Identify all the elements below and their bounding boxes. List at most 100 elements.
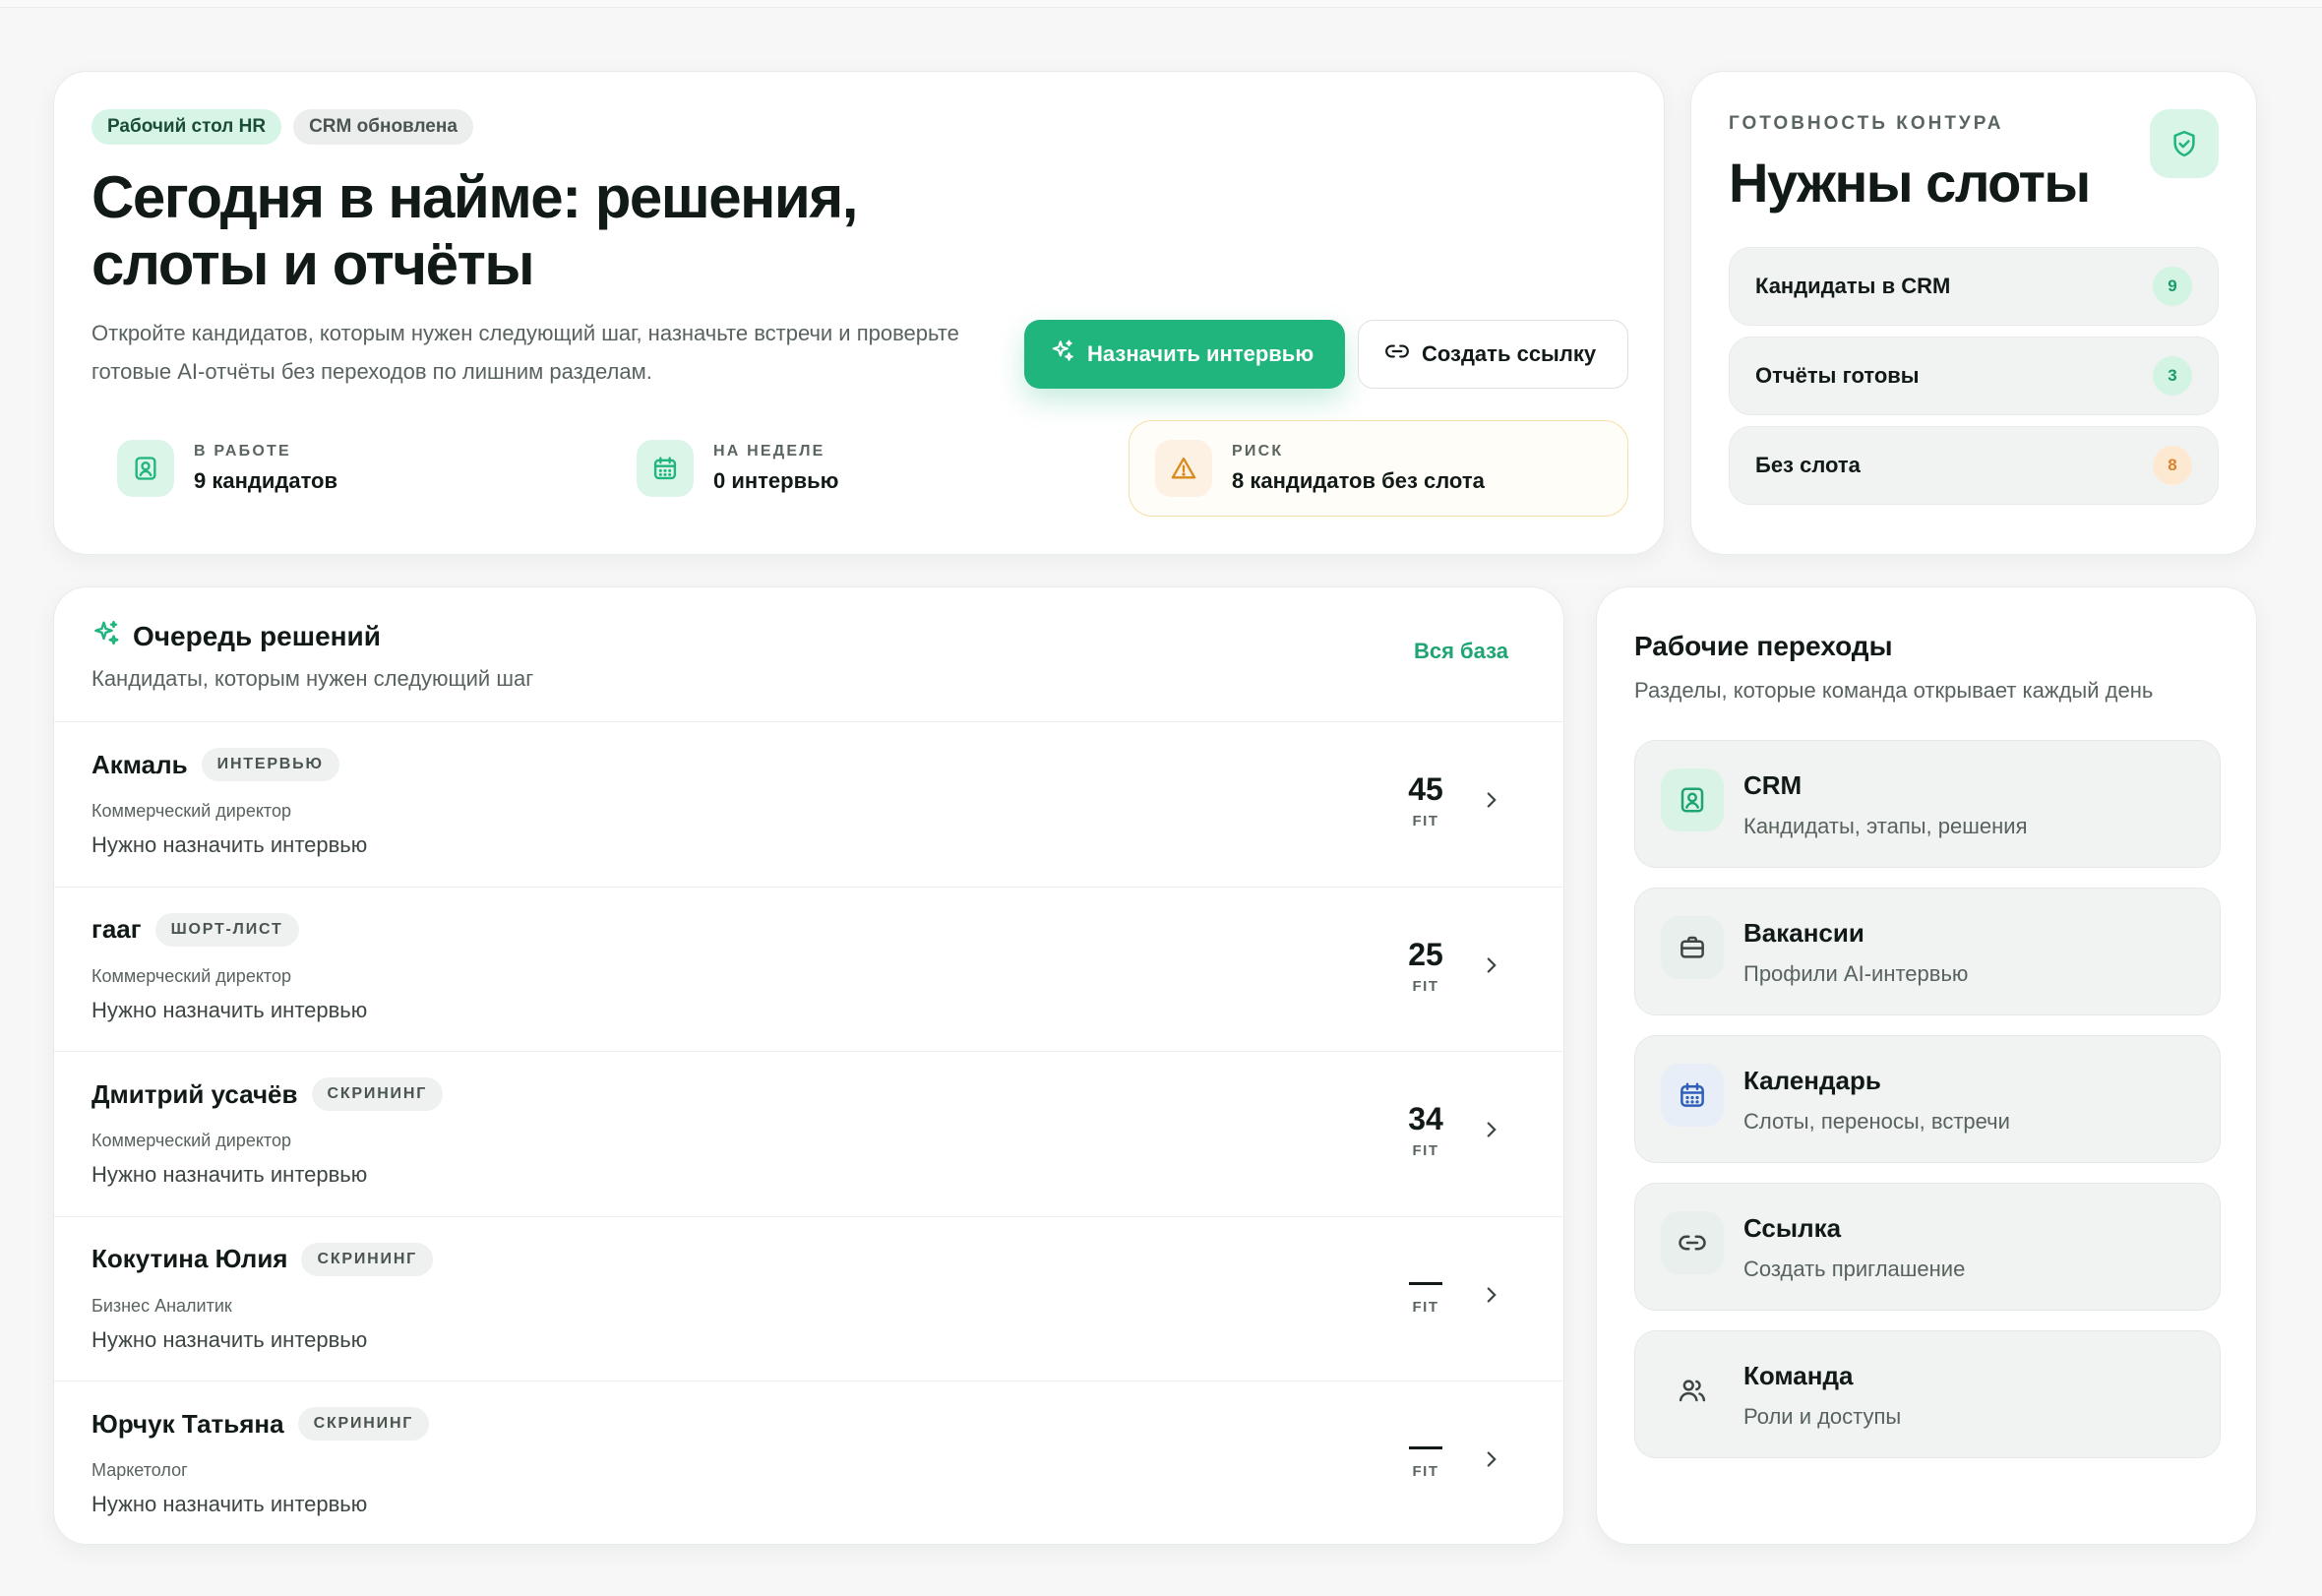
fit-score: 45 FIT [1396,771,1455,829]
candidate-card-icon [1661,768,1724,831]
fit-score: 25 FIT [1396,937,1455,995]
link-icon [1384,338,1410,370]
fit-score: 34 FIT [1396,1101,1455,1159]
stat-label: НА НЕДЕЛЕ [713,443,825,460]
candidate-role: Маркетолог [92,1460,188,1480]
readiness-item-no-slot[interactable]: Без слота 8 [1729,426,2219,505]
link-title: Календарь [1743,1066,1881,1095]
schedule-interview-button[interactable]: Назначить интервью [1024,320,1345,389]
link-invite[interactable]: Ссылка Создать приглашение [1634,1183,2221,1311]
queue-subtitle: Кандидаты, которым нужен следующий шаг [92,666,534,691]
chevron-right-icon [1479,1446,1504,1477]
chevron-right-icon [1479,1117,1504,1147]
hero-card: Рабочий стол HR CRM обновлена Сегодня в … [53,71,1665,555]
all-database-link[interactable]: Вся база [1414,639,1508,664]
shield-check-icon [2150,109,2219,178]
count-badge: 8 [2153,446,2192,485]
stage-tag: СКРИНИНГ [297,1407,430,1441]
chevron-right-icon [1479,1282,1504,1313]
link-description: Кандидаты, этапы, решения [1743,814,2028,838]
queue-header: Очередь решений [92,619,381,653]
top-bar [0,0,2322,8]
queue-title: Очередь решений [133,620,381,651]
link-description: Роли и доступы [1743,1404,1902,1429]
candidate-role: Коммерческий директор [92,965,291,986]
candidate-row[interactable]: Кокутина Юлия СКРИНИНГ Бизнес Аналитик Н… [54,1215,1563,1381]
stat-this-week: НА НЕДЕЛЕ 0 интервью [611,420,1083,517]
link-crm[interactable]: CRM Кандидаты, этапы, решения [1634,740,2221,868]
readiness-item-label: Без слота [1755,453,1861,477]
crm-status-chip: CRM обновлена [293,109,473,145]
readiness-label: ГОТОВНОСТЬ КОНТУРА [1729,113,2004,134]
fit-caption: FIT [1412,813,1439,829]
hero-description: Откройте кандидатов, которым нужен следу… [92,321,959,384]
link-team[interactable]: Команда Роли и доступы [1634,1330,2221,1458]
page-title-line-2: слоты и отчёты [92,231,535,297]
candidate-next-step: Нужно назначить интервью [92,997,368,1022]
candidate-row[interactable]: Акмаль ИНТЕРВЬЮ Коммерческий директор Ну… [54,721,1563,887]
readiness-item-label: Кандидаты в CRM [1755,274,1951,298]
count-badge: 3 [2153,356,2192,396]
users-icon [1661,1359,1724,1422]
candidate-next-step: Нужно назначить интервью [92,832,368,857]
fit-value: 34 [1408,1101,1443,1136]
create-link-button[interactable]: Создать ссылку [1358,320,1628,389]
candidate-row[interactable]: Дмитрий усачёв СКРИНИНГ Коммерческий дир… [54,1051,1563,1216]
fit-caption: FIT [1412,1298,1439,1316]
decision-queue-card: Очередь решений Кандидаты, которым нужен… [53,586,1564,1545]
stage-tag: СКРИНИНГ [301,1242,434,1276]
readiness-item-crm[interactable]: Кандидаты в CRM 9 [1729,247,2219,326]
hero-chips: Рабочий стол HR CRM обновлена [92,109,473,145]
link-calendar[interactable]: Календарь Слоты, переносы, встречи [1634,1035,2221,1163]
chevron-right-icon [1479,952,1504,983]
candidate-name: Юрчук Татьяна [92,1408,284,1439]
candidate-row[interactable]: гааг ШОРТ-ЛИСТ Коммерческий директор Нуж… [54,886,1563,1052]
candidate-name: гааг [92,914,142,944]
schedule-interview-label: Назначить интервью [1087,341,1314,366]
candidate-row[interactable]: Юрчук Татьяна СКРИНИНГ Маркетолог Нужно … [54,1381,1563,1544]
fit-value: 45 [1408,771,1443,807]
candidate-name: Дмитрий усачёв [92,1078,298,1109]
links-title: Рабочие переходы [1634,631,1893,661]
readiness-card: ГОТОВНОСТЬ КОНТУРА Нужны слоты Кандидаты… [1690,71,2257,555]
stat-value: 8 кандидатов без слота [1232,468,1485,493]
stat-risk: РИСК 8 кандидатов без слота [1129,420,1628,517]
chevron-right-icon [1479,787,1504,818]
readiness-title: Нужны слоты [1729,152,2091,214]
candidate-card-icon [117,440,174,497]
link-title: Вакансии [1743,918,1864,948]
page-title-line-1: Сегодня в найме: решения, [92,164,858,230]
candidate-name: Кокутина Юлия [92,1244,288,1273]
work-links-card: Рабочие переходы Разделы, которые команд… [1596,586,2257,1545]
candidate-name: Акмаль [92,749,188,779]
calendar-icon [1661,1064,1724,1127]
warning-icon [1155,440,1212,497]
fit-caption: FIT [1412,977,1439,995]
link-description: Профили AI-интервью [1743,961,1969,986]
link-description: Слоты, переносы, встречи [1743,1109,2010,1134]
candidate-next-step: Нужно назначить интервью [92,1492,368,1516]
stage-tag: ИНТЕРВЬЮ [201,748,339,781]
briefcase-icon [1661,916,1724,979]
link-vacancies[interactable]: Вакансии Профили AI-интервью [1634,888,2221,1015]
readiness-item-reports[interactable]: Отчёты готовы 3 [1729,337,2219,415]
fit-caption: FIT [1412,1142,1439,1159]
link-title: Команда [1743,1361,1854,1390]
sparkle-icon [92,619,121,653]
link-description: Создать приглашение [1743,1257,1966,1281]
stat-value: 0 интервью [713,468,839,493]
fit-score: FIT [1396,1431,1455,1480]
page-title: Сегодня в найме: решения, слоты и отчёты [92,164,977,298]
create-link-label: Создать ссылку [1422,341,1597,366]
workspace-chip: Рабочий стол HR [92,109,282,145]
fit-value: 25 [1408,936,1443,972]
count-badge: 9 [2153,267,2192,306]
link-icon [1661,1211,1724,1274]
stat-value: 9 кандидатов [194,468,338,493]
fit-empty-dash [1409,1281,1442,1285]
sparkle-icon [1050,338,1075,370]
candidate-role: Коммерческий директор [92,1131,291,1150]
stat-label: РИСК [1232,443,1284,460]
stage-tag: СКРИНИНГ [311,1077,444,1111]
candidate-role: Бизнес Аналитик [92,1295,232,1316]
